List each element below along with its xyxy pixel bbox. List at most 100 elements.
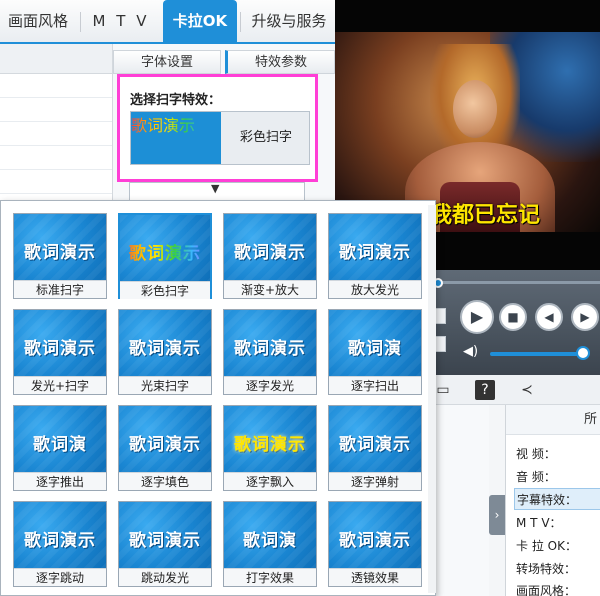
effect-preview-text: 歌词演示 [129,339,201,359]
effect-preview-image: 歌词演示 [119,502,211,568]
summary-subtitle-effect[interactable]: 字幕特效： [514,488,600,510]
lyric-overlay: 我都已忘记 [430,203,541,228]
effect-preview-text: 歌词演 [243,531,297,551]
effect-selector-highlight: 选择扫字特效： 歌词演示 彩色扫字 [117,74,318,182]
effect-preview-text: 歌词演示 [234,339,306,359]
effect-name: 打字效果 [224,568,316,586]
effect-preview-image: 歌词演示 [224,214,316,280]
summary-transition: 转场特效： [516,562,577,576]
summary-picture-style: 画面风格： [516,584,577,596]
effect-option[interactable]: 歌词演 逐字扫出 [328,309,422,395]
list-item[interactable] [0,146,112,170]
effect-option[interactable]: 歌词演示发光+扫字 [13,309,107,395]
volume-slider[interactable] [490,352,585,356]
effect-preview-image: 歌词演示 [119,310,211,376]
effect-option[interactable]: 歌词演示渐变+放大 [223,213,317,299]
effect-option[interactable]: 歌词演示 彩色扫字 [118,213,212,299]
dropdown-arrow-icon[interactable]: ▼ [211,182,219,195]
effect-option[interactable]: 歌词演示 逐字弹射 [328,405,422,491]
save-icon[interactable]: ▭ [433,380,453,400]
main-tabbar: 画面风格 M T V 卡拉OK 升级与服务 [0,0,335,44]
effect-preview-text: 歌词演 [348,339,402,359]
effect-name: 发光+扫字 [14,376,106,394]
effect-name: 标准扫字 [14,280,106,298]
tab-picture-style[interactable]: 画面风格 [0,0,76,42]
effect-name: 逐字推出 [14,472,106,490]
summary-panel: 所 视 频： 音 频： 字幕特效： M T V： 卡 拉 OK： 转场特效： 画… [505,405,600,596]
effect-name: 放大发光 [329,280,421,298]
effect-option[interactable]: 歌词演示 标准扫字 [13,213,107,299]
next-icon[interactable]: ▶ [571,303,599,331]
effect-option[interactable]: 歌词演示 跳动发光 [118,501,212,587]
select-effect-label: 选择扫字特效： [130,93,222,108]
selected-effect-combo[interactable]: 歌词演示 彩色扫字 [130,111,310,165]
effect-preview-text: 歌词演示 [24,531,96,551]
effect-preview-image: 歌词演示 [14,502,106,568]
effect-option[interactable]: 歌词演示 透镜效果 [328,501,422,587]
summary-mtv: M T V： [516,516,562,530]
effect-option[interactable]: 歌词演示 逐字飘入 [223,405,317,491]
middle-column [435,405,489,596]
effect-preview-image: 歌词演示 [14,310,106,376]
app-window: 画面风格 M T V 卡拉OK 升级与服务 字体设置 特效参数 选择扫字特效： … [0,0,600,596]
effect-name: 逐字发光 [224,376,316,394]
effect-option[interactable]: 歌词演示 光束扫字 [118,309,212,395]
effect-preview-text: 歌词演示 [120,239,210,264]
effect-preview-image: 歌词演 [14,406,106,472]
list-item[interactable] [0,74,112,98]
effect-preview-image: 歌词演示 [329,214,421,280]
tab-upgrade-service[interactable]: 升级与服务 [243,0,335,42]
tab-divider [80,12,81,32]
chevron-right-icon[interactable]: › [489,495,505,535]
list-item[interactable] [0,170,112,194]
tab-mtv[interactable]: M T V [84,0,158,42]
effect-option[interactable]: 歌词演 打字效果 [223,501,317,587]
stop-icon[interactable]: ■ [499,303,527,331]
prev-icon[interactable]: ◀ [535,303,563,331]
effect-option[interactable]: 歌词演示 放大发光 [328,213,422,299]
effect-preview-image: 歌词演示 [329,502,421,568]
effect-preview-image: 歌词演示 [224,310,316,376]
summary-audio: 音 频： [516,470,556,484]
effect-preview-image: 歌词演示 [120,215,210,281]
effect-preview-text: 歌词演示 [234,243,306,263]
effect-preview-text: 歌词演示 [339,531,411,551]
subtab-font-settings[interactable]: 字体设置 [113,50,221,74]
summary-title: 所 [506,405,600,435]
effect-preview-text: 歌词演 [33,435,87,455]
effect-preview-image: 歌词演示 [14,214,106,280]
summary-karaoke: 卡 拉 OK： [516,539,577,553]
effect-name: 逐字飘入 [224,472,316,490]
play-icon[interactable]: ▶ [460,300,494,334]
effect-option[interactable]: 歌词演示 逐字发光 [223,309,317,395]
share-icon[interactable]: ≺ [517,380,537,400]
effect-preview-text: 歌词演示 [339,435,411,455]
effect-name: 渐变+放大 [224,280,316,298]
selected-effect-thumbnail: 歌词演示 [131,112,221,164]
popup-scrollbar[interactable] [428,205,436,593]
effect-preview-text: 歌词演示 [24,339,96,359]
effect-preview-image: 歌词演示 [329,406,421,472]
effect-preview-image: 歌词演示 [224,406,316,472]
effect-preview-text: 歌词演示 [234,435,306,455]
list-item[interactable] [0,122,112,146]
effect-option[interactable]: 歌词演 逐字推出 [13,405,107,491]
list-item[interactable] [0,98,112,122]
effect-preview-text: 歌词演示 [24,243,96,263]
effect-preview-image: 歌词演示 [119,406,211,472]
effect-option[interactable]: 歌词演示 逐字填色 [118,405,212,491]
effect-preview-text: 歌词演示 [339,243,411,263]
effect-preview-image: 歌词演 [329,310,421,376]
help-icon[interactable]: ? [475,380,495,400]
volume-icon[interactable]: ◀) [463,344,478,359]
effect-preview-text: 歌词演示 [129,435,201,455]
volume-knob[interactable] [576,346,590,360]
subtab-effect-params[interactable]: 特效参数 [225,50,335,74]
effect-name: 透镜效果 [329,568,421,586]
tab-divider [240,12,241,32]
effect-option[interactable]: 歌词演示 逐字跳动 [13,501,107,587]
effect-name: 逐字扫出 [329,376,421,394]
tab-karaoke[interactable]: 卡拉OK [163,0,237,42]
frame-figure-face [453,80,497,138]
effect-name: 跳动发光 [119,568,211,586]
